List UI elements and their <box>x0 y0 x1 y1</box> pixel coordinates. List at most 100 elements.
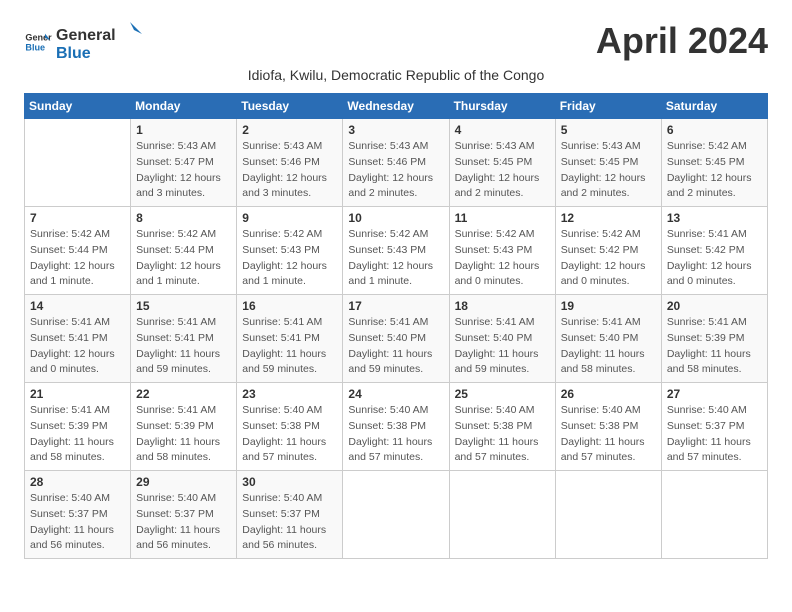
day-number: 19 <box>561 299 656 313</box>
calendar-week-2: 7 Sunrise: 5:42 AM Sunset: 5:44 PM Daylig… <box>25 207 768 295</box>
day-info: Sunrise: 5:41 AM Sunset: 5:42 PM Dayligh… <box>667 227 762 290</box>
calendar-cell: 7 Sunrise: 5:42 AM Sunset: 5:44 PM Daylig… <box>25 207 131 295</box>
day-number: 18 <box>455 299 550 313</box>
day-info: Sunrise: 5:41 AM Sunset: 5:39 PM Dayligh… <box>136 403 231 466</box>
day-info: Sunrise: 5:40 AM Sunset: 5:37 PM Dayligh… <box>667 403 762 466</box>
day-number: 21 <box>30 387 125 401</box>
day-number: 12 <box>561 211 656 225</box>
day-number: 30 <box>242 475 337 489</box>
day-info: Sunrise: 5:42 AM Sunset: 5:43 PM Dayligh… <box>455 227 550 290</box>
weekday-header-wednesday: Wednesday <box>343 94 449 119</box>
day-info: Sunrise: 5:43 AM Sunset: 5:45 PM Dayligh… <box>455 139 550 202</box>
day-number: 8 <box>136 211 231 225</box>
day-number: 13 <box>667 211 762 225</box>
calendar-cell <box>343 471 449 559</box>
day-number: 6 <box>667 123 762 137</box>
day-info: Sunrise: 5:41 AM Sunset: 5:39 PM Dayligh… <box>30 403 125 466</box>
day-info: Sunrise: 5:41 AM Sunset: 5:41 PM Dayligh… <box>136 315 231 378</box>
logo: General Blue General Blue <box>24 20 144 63</box>
calendar-cell: 4 Sunrise: 5:43 AM Sunset: 5:45 PM Daylig… <box>449 119 555 207</box>
day-number: 3 <box>348 123 443 137</box>
day-number: 28 <box>30 475 125 489</box>
calendar-cell: 21 Sunrise: 5:41 AM Sunset: 5:39 PM Dayli… <box>25 383 131 471</box>
day-number: 25 <box>455 387 550 401</box>
day-info: Sunrise: 5:40 AM Sunset: 5:38 PM Dayligh… <box>561 403 656 466</box>
calendar-cell: 10Sunrise: 5:42 AM Sunset: 5:43 PM Dayli… <box>343 207 449 295</box>
day-number: 16 <box>242 299 337 313</box>
day-number: 17 <box>348 299 443 313</box>
calendar-cell <box>25 119 131 207</box>
weekday-header-tuesday: Tuesday <box>237 94 343 119</box>
day-number: 7 <box>30 211 125 225</box>
day-info: Sunrise: 5:43 AM Sunset: 5:46 PM Dayligh… <box>348 139 443 202</box>
day-info: Sunrise: 5:41 AM Sunset: 5:40 PM Dayligh… <box>348 315 443 378</box>
calendar-cell: 15 Sunrise: 5:41 AM Sunset: 5:41 PM Dayli… <box>131 295 237 383</box>
day-info: Sunrise: 5:42 AM Sunset: 5:44 PM Dayligh… <box>136 227 231 290</box>
day-number: 23 <box>242 387 337 401</box>
calendar-cell: 28Sunrise: 5:40 AM Sunset: 5:37 PM Dayli… <box>25 471 131 559</box>
day-number: 24 <box>348 387 443 401</box>
calendar-cell: 2 Sunrise: 5:43 AM Sunset: 5:46 PM Daylig… <box>237 119 343 207</box>
day-number: 26 <box>561 387 656 401</box>
day-info: Sunrise: 5:42 AM Sunset: 5:43 PM Dayligh… <box>348 227 443 290</box>
weekday-header-row: SundayMondayTuesdayWednesdayThursdayFrid… <box>25 94 768 119</box>
calendar-cell: 1 Sunrise: 5:43 AM Sunset: 5:47 PM Daylig… <box>131 119 237 207</box>
calendar-cell: 17 Sunrise: 5:41 AM Sunset: 5:40 PM Dayli… <box>343 295 449 383</box>
calendar-cell: 14Sunrise: 5:41 AM Sunset: 5:41 PM Dayli… <box>25 295 131 383</box>
month-title: April 2024 <box>596 20 768 62</box>
svg-text:Blue: Blue <box>25 42 45 52</box>
day-info: Sunrise: 5:43 AM Sunset: 5:47 PM Dayligh… <box>136 139 231 202</box>
day-number: 9 <box>242 211 337 225</box>
day-info: Sunrise: 5:41 AM Sunset: 5:39 PM Dayligh… <box>667 315 762 378</box>
calendar-week-4: 21 Sunrise: 5:41 AM Sunset: 5:39 PM Dayli… <box>25 383 768 471</box>
day-info: Sunrise: 5:40 AM Sunset: 5:38 PM Dayligh… <box>455 403 550 466</box>
day-info: Sunrise: 5:42 AM Sunset: 5:43 PM Dayligh… <box>242 227 337 290</box>
day-number: 4 <box>455 123 550 137</box>
day-info: Sunrise: 5:43 AM Sunset: 5:46 PM Dayligh… <box>242 139 337 202</box>
day-number: 22 <box>136 387 231 401</box>
calendar-cell: 22 Sunrise: 5:41 AM Sunset: 5:39 PM Dayli… <box>131 383 237 471</box>
day-number: 14 <box>30 299 125 313</box>
calendar-cell: 27Sunrise: 5:40 AM Sunset: 5:37 PM Dayli… <box>661 383 767 471</box>
calendar-cell: 3 Sunrise: 5:43 AM Sunset: 5:46 PM Daylig… <box>343 119 449 207</box>
day-number: 20 <box>667 299 762 313</box>
day-info: Sunrise: 5:42 AM Sunset: 5:45 PM Dayligh… <box>667 139 762 202</box>
calendar-week-5: 28 Sunrise: 5:40 AM Sunset: 5:37 PM Dayli… <box>25 471 768 559</box>
header: General Blue General Blue April 2024 <box>24 20 768 63</box>
weekday-header-thursday: Thursday <box>449 94 555 119</box>
day-info: Sunrise: 5:40 AM Sunset: 5:38 PM Dayligh… <box>242 403 337 466</box>
logo-general-text: General <box>56 27 116 45</box>
calendar-week-3: 14 Sunrise: 5:41 AM Sunset: 5:41 PM Dayli… <box>25 295 768 383</box>
day-number: 1 <box>136 123 231 137</box>
calendar-cell: 8 Sunrise: 5:42 AM Sunset: 5:44 PM Daylig… <box>131 207 237 295</box>
day-info: Sunrise: 5:40 AM Sunset: 5:38 PM Dayligh… <box>348 403 443 466</box>
calendar-cell: 6 Sunrise: 5:42 AM Sunset: 5:45 PM Daylig… <box>661 119 767 207</box>
calendar-cell: 11 Sunrise: 5:42 AM Sunset: 5:43 PM Dayli… <box>449 207 555 295</box>
day-number: 29 <box>136 475 231 489</box>
day-info: Sunrise: 5:41 AM Sunset: 5:41 PM Dayligh… <box>242 315 337 378</box>
day-number: 5 <box>561 123 656 137</box>
calendar-cell: 19 Sunrise: 5:41 AM Sunset: 5:40 PM Dayli… <box>555 295 661 383</box>
day-number: 11 <box>455 211 550 225</box>
calendar-cell <box>449 471 555 559</box>
logo-blue-text: Blue <box>56 45 144 63</box>
day-info: Sunrise: 5:42 AM Sunset: 5:44 PM Dayligh… <box>30 227 125 290</box>
day-info: Sunrise: 5:40 AM Sunset: 5:37 PM Dayligh… <box>242 491 337 554</box>
logo-icon: General Blue <box>24 28 52 56</box>
calendar-table: SundayMondayTuesdayWednesdayThursdayFrid… <box>24 93 768 559</box>
day-number: 15 <box>136 299 231 313</box>
calendar-cell <box>555 471 661 559</box>
calendar-cell <box>661 471 767 559</box>
calendar-cell: 24 Sunrise: 5:40 AM Sunset: 5:38 PM Dayli… <box>343 383 449 471</box>
day-info: Sunrise: 5:41 AM Sunset: 5:40 PM Dayligh… <box>561 315 656 378</box>
day-number: 2 <box>242 123 337 137</box>
calendar-week-1: 1 Sunrise: 5:43 AM Sunset: 5:47 PM Daylig… <box>25 119 768 207</box>
calendar-cell: 18Sunrise: 5:41 AM Sunset: 5:40 PM Dayli… <box>449 295 555 383</box>
calendar-cell: 9 Sunrise: 5:42 AM Sunset: 5:43 PM Daylig… <box>237 207 343 295</box>
calendar-cell: 5Sunrise: 5:43 AM Sunset: 5:45 PM Daylig… <box>555 119 661 207</box>
calendar-cell: 13 Sunrise: 5:41 AM Sunset: 5:42 PM Dayli… <box>661 207 767 295</box>
calendar-cell: 12Sunrise: 5:42 AM Sunset: 5:42 PM Dayli… <box>555 207 661 295</box>
calendar-cell: 20 Sunrise: 5:41 AM Sunset: 5:39 PM Dayli… <box>661 295 767 383</box>
calendar-cell: 29 Sunrise: 5:40 AM Sunset: 5:37 PM Dayli… <box>131 471 237 559</box>
day-info: Sunrise: 5:40 AM Sunset: 5:37 PM Dayligh… <box>136 491 231 554</box>
